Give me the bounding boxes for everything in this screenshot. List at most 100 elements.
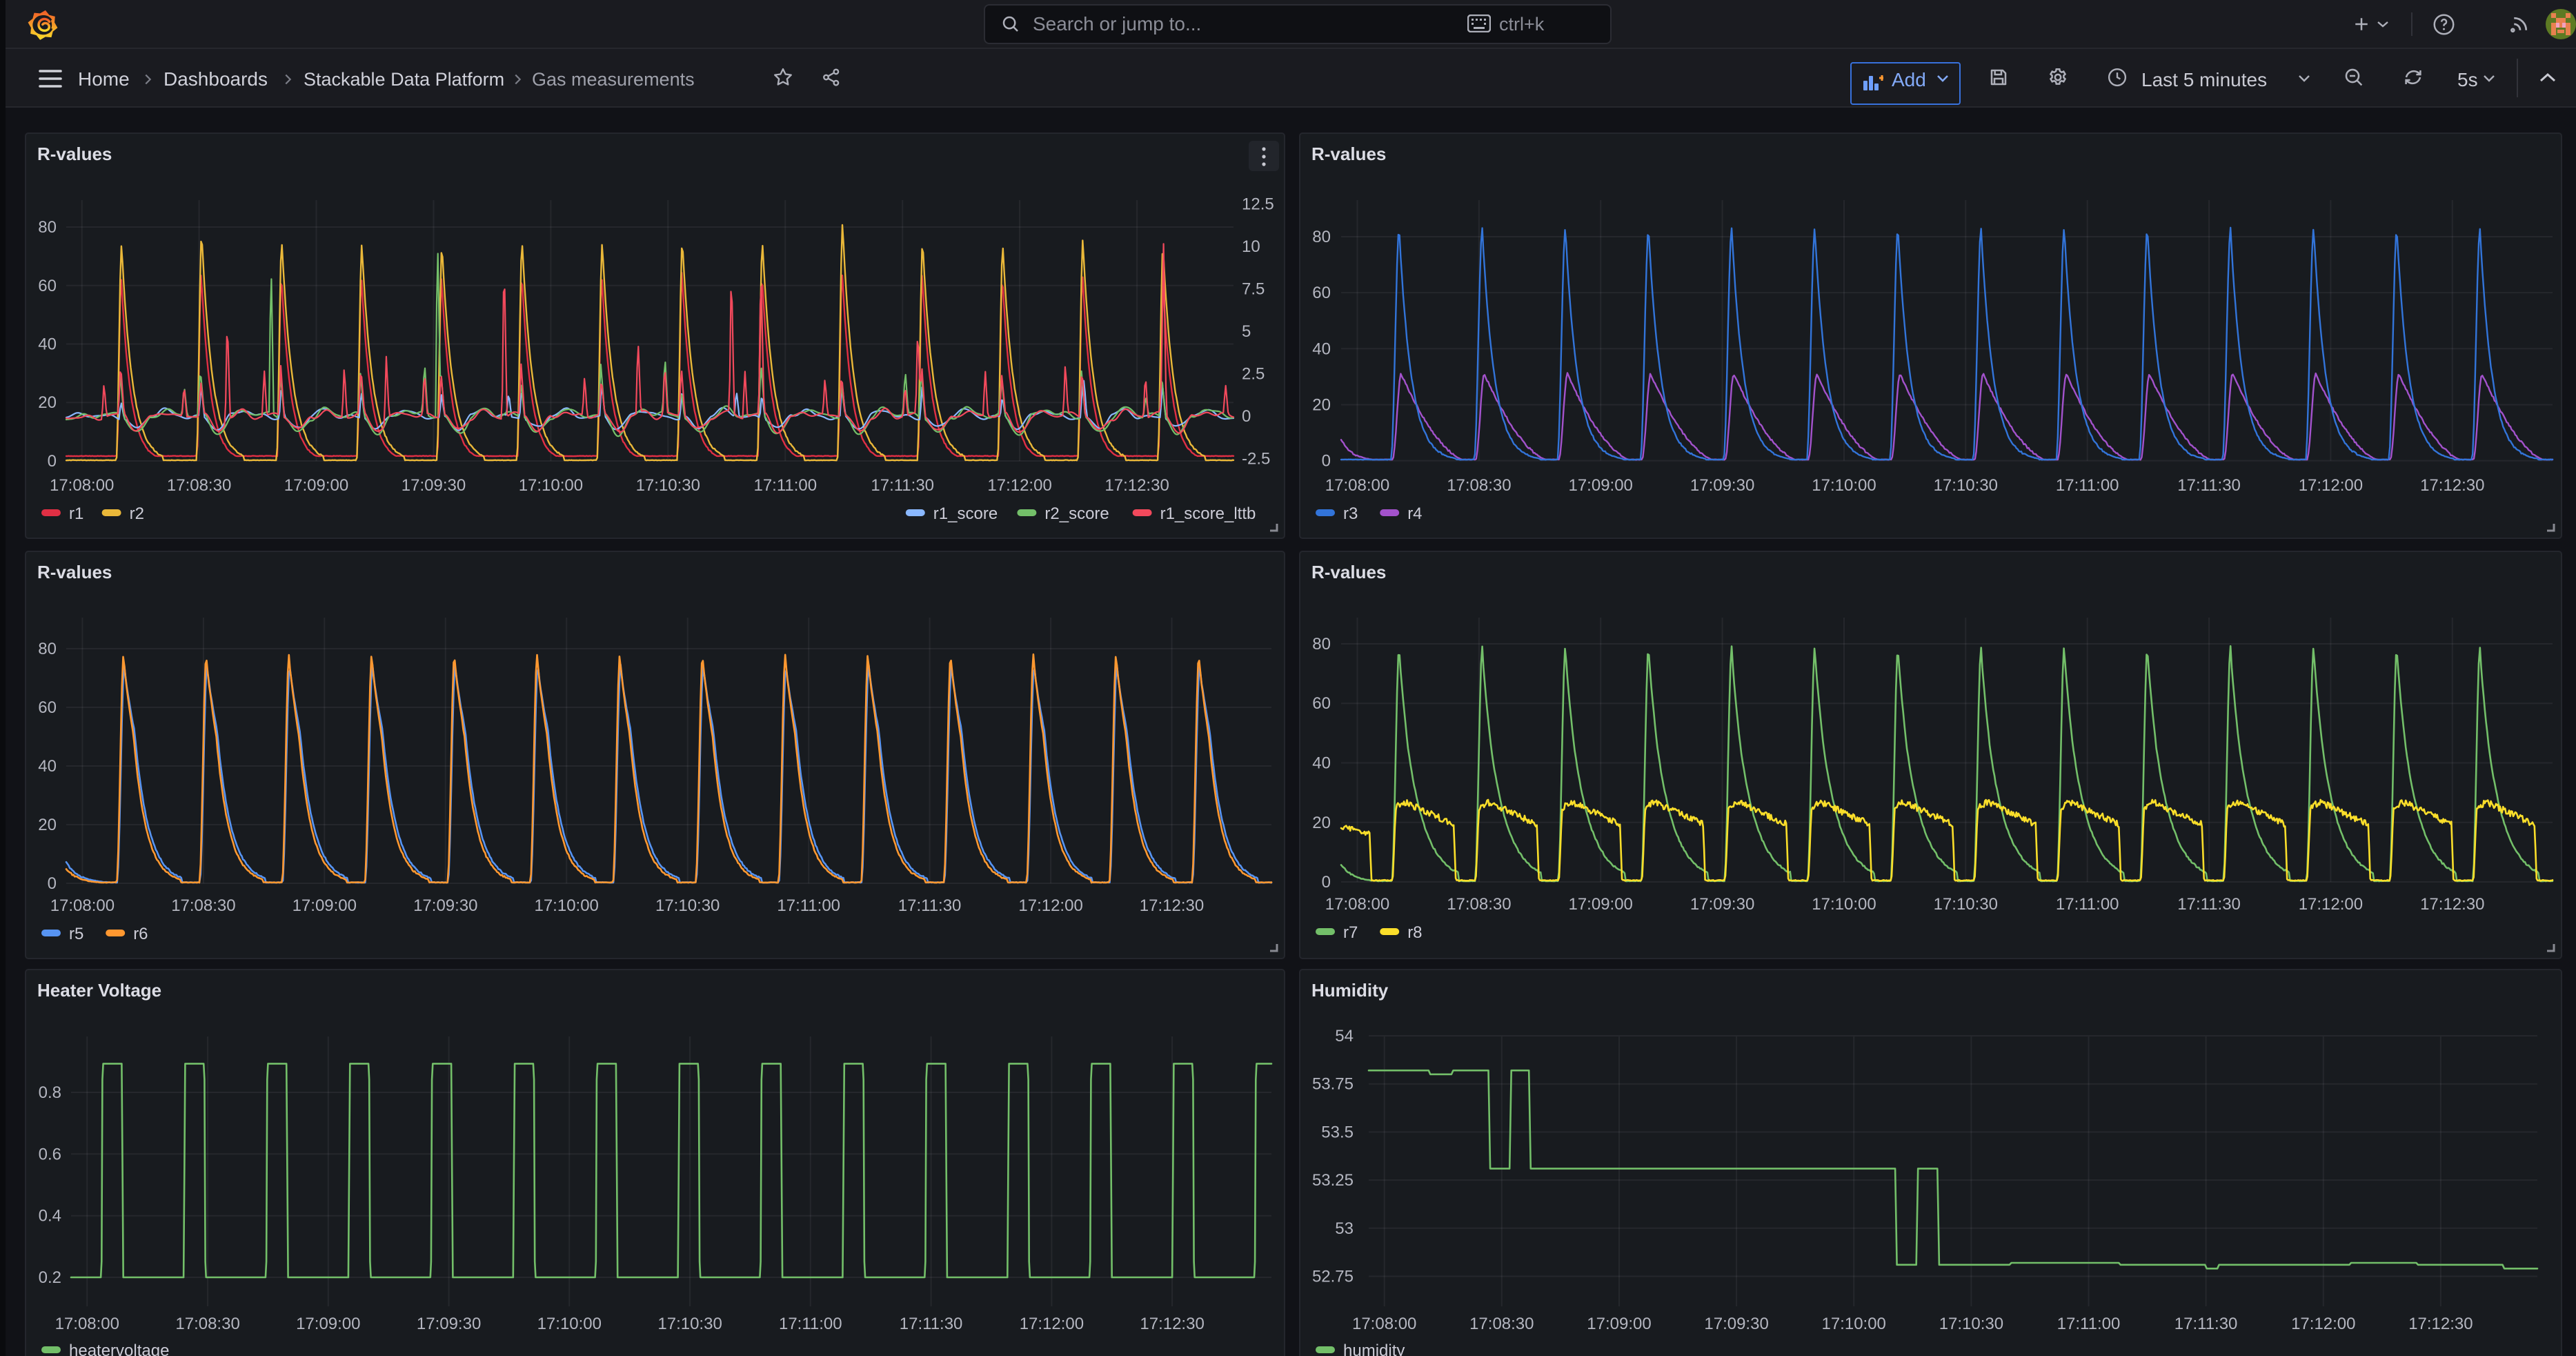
- svg-text:17:08:00: 17:08:00: [55, 1315, 119, 1333]
- svg-text:R-values: R-values: [1311, 562, 1386, 582]
- svg-text:17:10:30: 17:10:30: [1939, 1315, 2003, 1333]
- svg-text:17:12:00: 17:12:00: [1018, 896, 1082, 915]
- svg-text:r1_score: r1_score: [933, 504, 998, 523]
- svg-text:17:09:30: 17:09:30: [402, 476, 466, 495]
- svg-text:17:09:00: 17:09:00: [1568, 895, 1632, 914]
- svg-text:17:09:00: 17:09:00: [293, 896, 357, 915]
- svg-text:r8: r8: [1407, 923, 1422, 942]
- svg-text:40: 40: [38, 757, 57, 776]
- svg-text:0.6: 0.6: [39, 1145, 61, 1163]
- svg-text:17:12:30: 17:12:30: [2408, 1315, 2473, 1333]
- svg-text:17:11:00: 17:11:00: [2056, 895, 2119, 914]
- svg-text:80: 80: [1312, 228, 1331, 246]
- svg-text:17:10:00: 17:10:00: [519, 476, 583, 495]
- svg-text:r2: r2: [130, 504, 144, 523]
- svg-text:17:11:30: 17:11:30: [900, 1315, 963, 1333]
- svg-text:0.2: 0.2: [39, 1268, 61, 1287]
- svg-text:53.25: 53.25: [1312, 1171, 1354, 1190]
- svg-text:17:11:00: 17:11:00: [777, 896, 840, 915]
- svg-text:40: 40: [1312, 754, 1331, 773]
- svg-text:0: 0: [1322, 452, 1331, 471]
- svg-text:20: 20: [1312, 814, 1331, 832]
- svg-text:17:10:30: 17:10:30: [1934, 476, 1998, 495]
- svg-text:80: 80: [38, 218, 57, 237]
- svg-text:17:09:30: 17:09:30: [1690, 476, 1754, 495]
- svg-text:17:12:30: 17:12:30: [2420, 476, 2484, 495]
- svg-text:17:09:30: 17:09:30: [1690, 895, 1754, 914]
- svg-text:Humidity: Humidity: [1311, 980, 1389, 1001]
- svg-text:r7: r7: [1343, 923, 1358, 942]
- svg-text:17:12:30: 17:12:30: [1104, 476, 1169, 495]
- svg-text:17:11:30: 17:11:30: [2177, 476, 2241, 495]
- svg-text:17:11:30: 17:11:30: [898, 896, 962, 915]
- svg-text:0.8: 0.8: [39, 1083, 61, 1102]
- svg-text:17:10:30: 17:10:30: [1934, 895, 1998, 914]
- svg-text:53: 53: [1335, 1219, 1354, 1238]
- svg-text:0: 0: [48, 874, 57, 893]
- svg-text:17:11:30: 17:11:30: [871, 476, 934, 495]
- svg-text:17:08:00: 17:08:00: [1325, 476, 1389, 495]
- svg-text:20: 20: [1312, 396, 1331, 415]
- svg-text:17:08:00: 17:08:00: [1352, 1315, 1416, 1333]
- svg-text:0: 0: [1242, 407, 1251, 426]
- svg-text:17:08:00: 17:08:00: [1325, 895, 1389, 914]
- svg-text:17:10:00: 17:10:00: [534, 896, 598, 915]
- svg-text:17:10:00: 17:10:00: [1812, 895, 1876, 914]
- svg-text:60: 60: [38, 698, 57, 717]
- svg-text:17:09:00: 17:09:00: [1568, 476, 1632, 495]
- svg-text:17:09:00: 17:09:00: [1587, 1315, 1651, 1333]
- svg-text:7.5: 7.5: [1242, 280, 1265, 299]
- svg-text:r1: r1: [69, 504, 83, 523]
- svg-text:17:10:30: 17:10:30: [655, 896, 720, 915]
- svg-text:17:08:30: 17:08:30: [175, 1315, 239, 1333]
- svg-text:R-values: R-values: [37, 562, 112, 582]
- svg-text:r3: r3: [1343, 504, 1358, 523]
- svg-text:17:08:00: 17:08:00: [50, 476, 114, 495]
- svg-text:17:10:00: 17:10:00: [1812, 476, 1876, 495]
- svg-text:80: 80: [38, 640, 57, 658]
- svg-text:40: 40: [1312, 340, 1331, 358]
- svg-text:17:12:00: 17:12:00: [2299, 476, 2363, 495]
- svg-text:17:08:30: 17:08:30: [1469, 1315, 1534, 1333]
- svg-text:52.75: 52.75: [1312, 1268, 1354, 1286]
- svg-text:r2_score: r2_score: [1044, 504, 1109, 523]
- svg-text:17:10:30: 17:10:30: [657, 1315, 722, 1333]
- svg-text:12.5: 12.5: [1242, 195, 1274, 214]
- svg-text:R-values: R-values: [1311, 144, 1386, 164]
- svg-text:-2.5: -2.5: [1242, 450, 1270, 469]
- svg-text:17:12:00: 17:12:00: [987, 476, 1051, 495]
- svg-text:60: 60: [38, 277, 57, 295]
- svg-text:60: 60: [1312, 694, 1331, 713]
- svg-text:17:10:00: 17:10:00: [537, 1315, 602, 1333]
- svg-text:53.5: 53.5: [1321, 1123, 1354, 1141]
- svg-text:53.75: 53.75: [1312, 1075, 1354, 1094]
- svg-text:17:11:00: 17:11:00: [779, 1315, 842, 1333]
- svg-text:R-values: R-values: [37, 144, 112, 164]
- svg-text:0: 0: [48, 452, 57, 471]
- svg-text:17:08:30: 17:08:30: [1447, 476, 1511, 495]
- svg-text:0: 0: [1322, 873, 1331, 892]
- svg-text:5: 5: [1242, 322, 1251, 341]
- svg-text:17:12:00: 17:12:00: [1020, 1315, 1084, 1333]
- svg-text:17:08:30: 17:08:30: [171, 896, 235, 915]
- svg-text:Heater Voltage: Heater Voltage: [37, 980, 161, 1001]
- svg-text:17:11:30: 17:11:30: [2177, 895, 2241, 914]
- svg-text:17:11:00: 17:11:00: [2057, 1315, 2121, 1333]
- svg-text:17:12:00: 17:12:00: [2299, 895, 2363, 914]
- svg-text:10: 10: [1242, 237, 1260, 256]
- svg-text:r4: r4: [1407, 504, 1422, 523]
- svg-text:17:11:30: 17:11:30: [2174, 1315, 2238, 1333]
- svg-text:r6: r6: [133, 925, 148, 943]
- svg-text:17:09:30: 17:09:30: [413, 896, 477, 915]
- svg-text:20: 20: [38, 393, 57, 412]
- svg-text:17:09:00: 17:09:00: [284, 476, 348, 495]
- svg-text:17:08:30: 17:08:30: [1447, 895, 1511, 914]
- svg-text:20: 20: [38, 816, 57, 834]
- svg-text:17:12:30: 17:12:30: [1140, 896, 1204, 915]
- svg-text:heatervoltage: heatervoltage: [69, 1342, 169, 1356]
- svg-text:17:09:30: 17:09:30: [1704, 1315, 1768, 1333]
- svg-text:17:12:00: 17:12:00: [2291, 1315, 2355, 1333]
- svg-text:80: 80: [1312, 635, 1331, 654]
- svg-text:2.5: 2.5: [1242, 365, 1265, 384]
- svg-text:17:09:30: 17:09:30: [417, 1315, 481, 1333]
